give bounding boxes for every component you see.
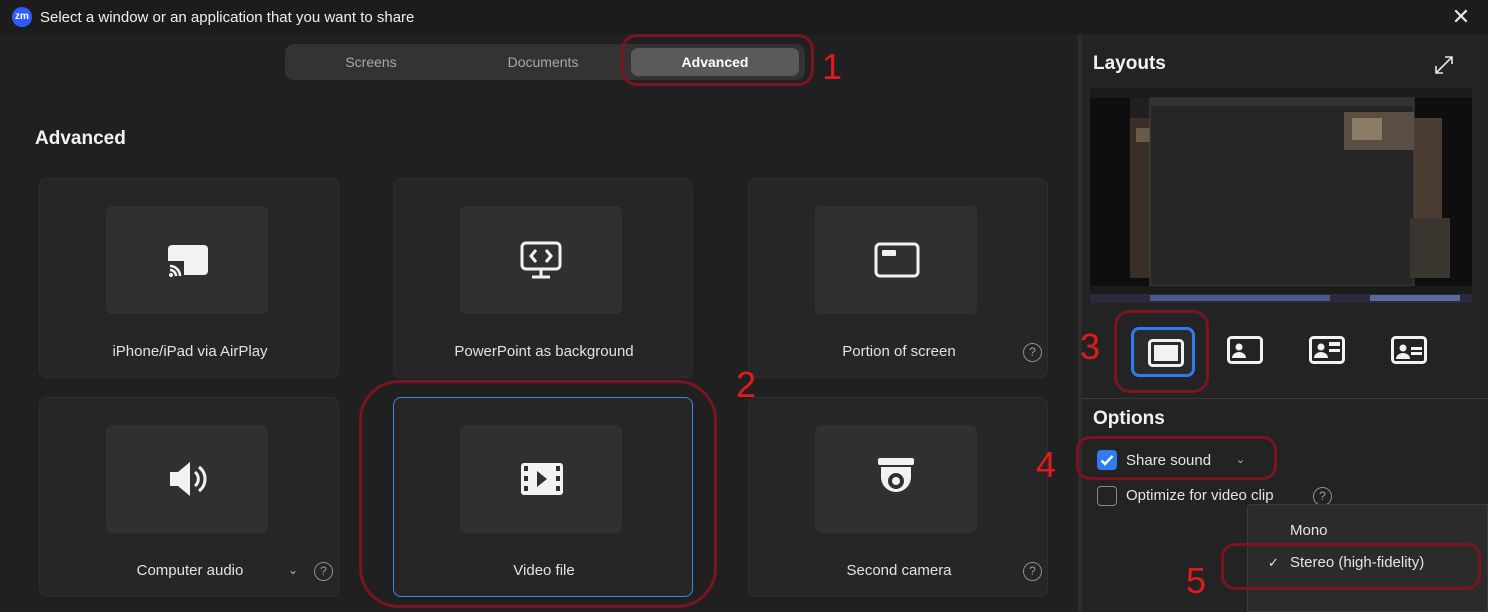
dropdown-item-mono[interactable]: Mono xyxy=(1248,516,1478,546)
dropdown-item-stereo[interactable]: ✓ Stereo (high-fidelity) xyxy=(1248,548,1478,578)
layout-person-right-button[interactable] xyxy=(1377,327,1441,377)
help-icon[interactable]: ? xyxy=(314,562,333,581)
share-sound-checkbox[interactable] xyxy=(1097,450,1117,470)
portion-of-screen-card[interactable]: Portion of screen ? xyxy=(748,178,1048,378)
card-label: Portion of screen xyxy=(842,343,956,360)
computer-audio-card[interactable]: Computer audio ⌄ ? xyxy=(39,397,339,597)
close-button[interactable]: ✕ xyxy=(1448,4,1474,30)
optimize-video-label: Optimize for video clip xyxy=(1126,487,1274,504)
annotation-number: 3 xyxy=(1080,326,1101,367)
share-category-tabs: Screens Documents Advanced xyxy=(285,44,805,80)
checkmark-icon xyxy=(1100,455,1114,466)
section-title: Advanced xyxy=(35,128,126,149)
dropdown-item-label: Mono xyxy=(1290,522,1328,539)
layouts-options-panel: Layouts Options Share sound ⌄ Optimize f… xyxy=(1082,34,1488,612)
card-label: Second camera xyxy=(846,562,952,579)
layout-screen-only-icon xyxy=(1148,339,1184,367)
help-icon[interactable]: ? xyxy=(1023,562,1042,581)
layouts-title: Layouts xyxy=(1093,53,1166,74)
speaker-icon xyxy=(170,462,207,496)
airplay-icon-box xyxy=(106,206,268,314)
portion-screen-icon xyxy=(874,242,920,278)
powerpoint-icon-box xyxy=(460,206,622,314)
video-icon-box xyxy=(460,425,622,533)
tab-documents[interactable]: Documents xyxy=(457,48,629,76)
zoom-logo: zm xyxy=(12,7,32,27)
help-icon[interactable]: ? xyxy=(1023,343,1042,362)
tab-advanced[interactable]: Advanced xyxy=(631,48,799,76)
camera-icon-box xyxy=(815,425,977,533)
chevron-down-icon[interactable]: ⌄ xyxy=(1236,453,1245,466)
annotation-number: 1 xyxy=(822,46,843,87)
card-label: PowerPoint as background xyxy=(454,343,634,360)
airplay-icon xyxy=(168,245,208,277)
video-file-card[interactable]: Video file xyxy=(393,397,693,597)
check-icon: ✓ xyxy=(1268,555,1279,570)
layout-person-right-icon xyxy=(1391,336,1427,364)
share-sound-label: Share sound xyxy=(1126,452,1212,469)
layout-screen-only-button[interactable] xyxy=(1131,327,1195,377)
powerpoint-background-card[interactable]: PowerPoint as background xyxy=(393,178,693,378)
card-label: Video file xyxy=(513,562,575,579)
portion-icon-box xyxy=(815,206,977,314)
layout-person-left-icon xyxy=(1227,336,1263,364)
powerpoint-slide-icon xyxy=(520,241,562,279)
sound-mode-dropdown: Mono ✓ Stereo (high-fidelity) xyxy=(1247,504,1488,612)
camera-icon xyxy=(878,458,914,492)
audio-icon-box xyxy=(106,425,268,533)
annotation-number: 2 xyxy=(736,364,757,405)
dropdown-item-label: Stereo (high-fidelity) xyxy=(1290,554,1425,571)
window-title: Select a window or an application that y… xyxy=(40,9,415,26)
expand-icon[interactable] xyxy=(1432,53,1456,77)
optimize-video-checkbox[interactable] xyxy=(1097,486,1117,506)
video-file-icon xyxy=(521,463,563,495)
second-camera-card[interactable]: Second camera ? xyxy=(748,397,1048,597)
annotation-number: 5 xyxy=(1186,560,1207,601)
options-title: Options xyxy=(1093,408,1165,429)
layout-person-center-button[interactable] xyxy=(1295,327,1359,377)
options-divider xyxy=(1082,398,1488,399)
layout-preview-image xyxy=(1090,88,1472,303)
card-label: iPhone/iPad via AirPlay xyxy=(112,343,268,360)
layout-person-center-icon xyxy=(1309,336,1345,364)
chevron-down-icon[interactable]: ⌄ xyxy=(288,563,298,577)
share-source-panel: Screens Documents Advanced Advanced iPho… xyxy=(0,34,1078,612)
layout-person-left-button[interactable] xyxy=(1213,327,1277,377)
airplay-card[interactable]: iPhone/iPad via AirPlay xyxy=(39,178,339,378)
annotation-number: 4 xyxy=(1036,444,1057,485)
tab-screens[interactable]: Screens xyxy=(285,48,457,76)
title-bar: zm Select a window or an application tha… xyxy=(0,0,1488,34)
